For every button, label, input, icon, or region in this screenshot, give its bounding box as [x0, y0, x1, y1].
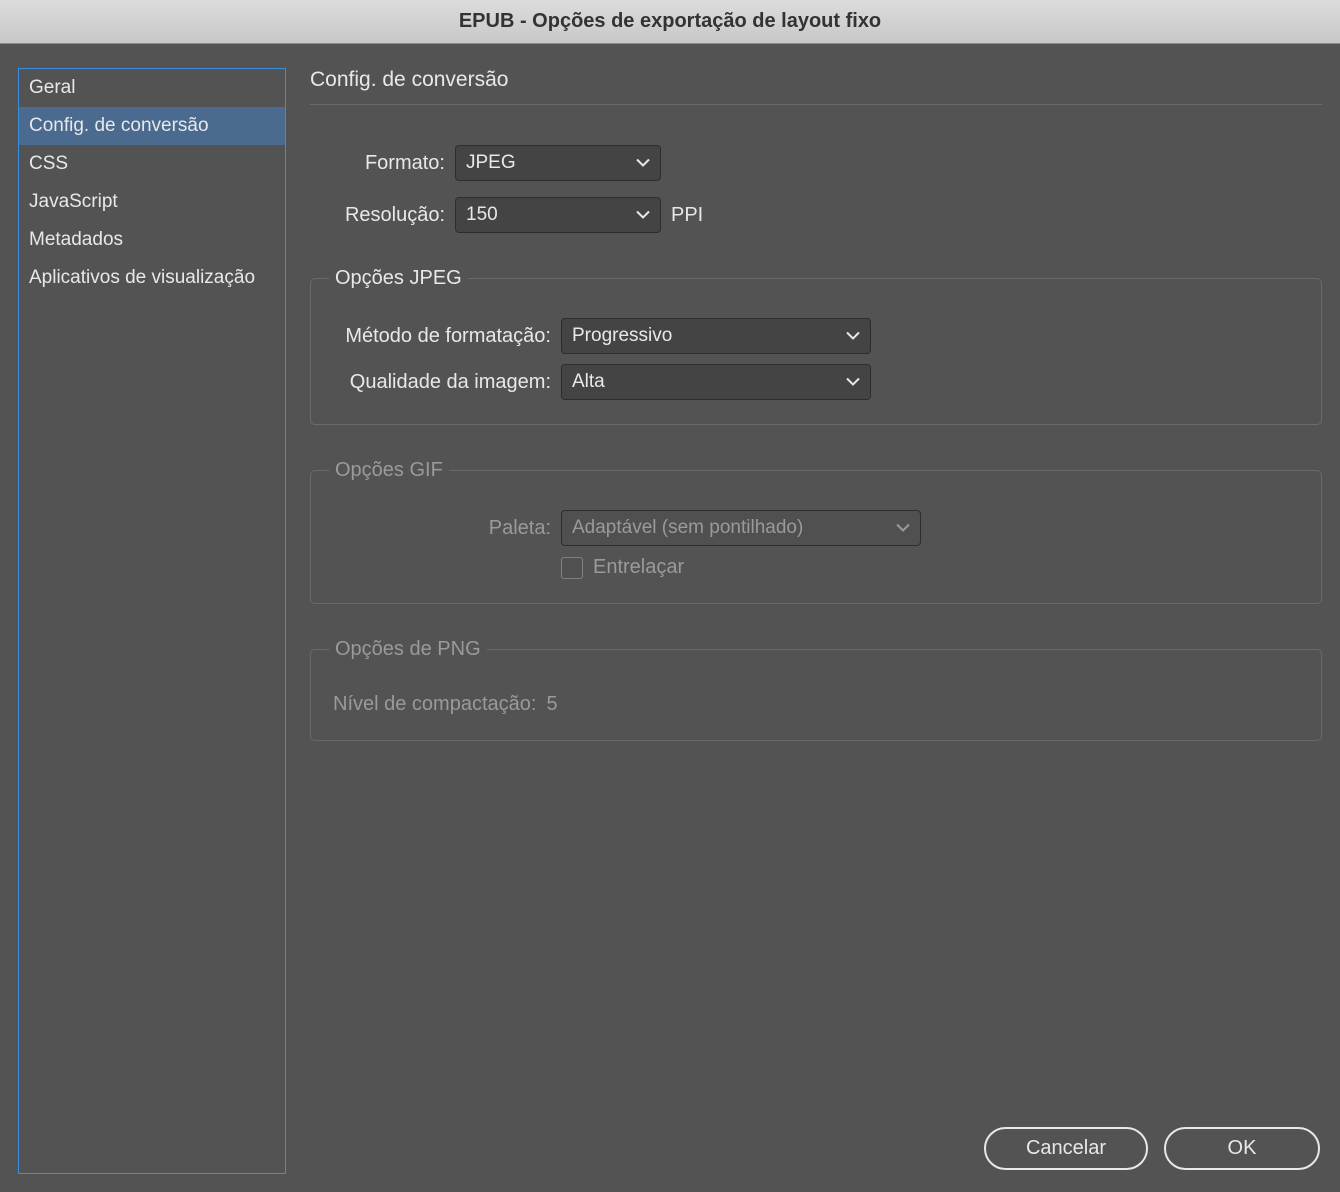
jpeg-quality-value: Alta [572, 371, 605, 393]
ok-button[interactable]: OK [1164, 1127, 1320, 1170]
sidebar-item-geral[interactable]: Geral [19, 69, 285, 107]
jpeg-method-value: Progressivo [572, 325, 672, 347]
sidebar-item-label: Aplicativos de visualização [29, 267, 255, 288]
gif-palette-label: Paleta: [333, 517, 561, 540]
cancel-button-label: Cancelar [1026, 1137, 1106, 1159]
format-value: JPEG [466, 152, 516, 174]
chevron-down-icon [846, 378, 860, 387]
format-select[interactable]: JPEG [455, 145, 661, 181]
gif-interlace-label: Entrelaçar [593, 556, 684, 579]
format-label: Formato: [310, 152, 455, 175]
jpeg-legend: Opções JPEG [329, 267, 468, 290]
sidebar-item-label: CSS [29, 153, 68, 174]
jpeg-quality-label: Qualidade da imagem: [333, 371, 561, 394]
sidebar-item-label: Config. de conversão [29, 115, 209, 136]
dialog-title-text: EPUB - Opções de exportação de layout fi… [459, 10, 881, 33]
png-options-fieldset: Opções de PNG Nível de compactação: 5 [310, 638, 1322, 741]
resolution-row: Resolução: 150 PPI [310, 197, 1322, 233]
chevron-down-icon [636, 211, 650, 220]
jpeg-method-select[interactable]: Progressivo [561, 318, 871, 354]
gif-palette-row: Paleta: Adaptável (sem pontilhado) [333, 510, 1299, 546]
panel-header: Config. de conversão [310, 68, 1322, 105]
png-compression-value: 5 [546, 693, 557, 716]
resolution-label: Resolução: [310, 204, 455, 227]
ok-button-label: OK [1228, 1137, 1257, 1159]
sidebar-item-label: Geral [29, 77, 75, 98]
sidebar-item-label: Metadados [29, 229, 123, 250]
chevron-down-icon [896, 524, 910, 533]
gif-interlace-checkbox [561, 557, 583, 579]
sidebar-item-css[interactable]: CSS [19, 145, 285, 183]
dialog-body: Geral Config. de conversão CSS JavaScrip… [0, 44, 1340, 1192]
gif-legend: Opções GIF [329, 459, 449, 482]
format-row: Formato: JPEG [310, 145, 1322, 181]
sidebar-item-metadados[interactable]: Metadados [19, 221, 285, 259]
png-compression-label: Nível de compactação: [333, 693, 536, 716]
chevron-down-icon [636, 159, 650, 168]
resolution-suffix: PPI [671, 204, 703, 227]
png-legend: Opções de PNG [329, 638, 487, 661]
jpeg-options-fieldset: Opções JPEG Método de formatação: Progre… [310, 267, 1322, 425]
panel-header-text: Config. de conversão [310, 68, 508, 91]
gif-palette-value: Adaptável (sem pontilhado) [572, 517, 803, 539]
sidebar-item-config-conversao[interactable]: Config. de conversão [19, 107, 285, 145]
jpeg-quality-select[interactable]: Alta [561, 364, 871, 400]
gif-palette-select: Adaptável (sem pontilhado) [561, 510, 921, 546]
dialog-title: EPUB - Opções de exportação de layout fi… [0, 0, 1340, 44]
jpeg-quality-row: Qualidade da imagem: Alta [333, 364, 1299, 400]
gif-interlace-row: Entrelaçar [333, 556, 1299, 579]
chevron-down-icon [846, 332, 860, 341]
resolution-select[interactable]: 150 [455, 197, 661, 233]
footer: Cancelar OK [984, 1127, 1320, 1170]
jpeg-method-label: Método de formatação: [333, 325, 561, 348]
sidebar-item-javascript[interactable]: JavaScript [19, 183, 285, 221]
resolution-value: 150 [466, 204, 498, 226]
jpeg-method-row: Método de formatação: Progressivo [333, 318, 1299, 354]
sidebar-item-aplicativos-visualizacao[interactable]: Aplicativos de visualização [19, 259, 285, 297]
cancel-button[interactable]: Cancelar [984, 1127, 1148, 1170]
sidebar: Geral Config. de conversão CSS JavaScrip… [18, 68, 286, 1174]
png-compression-row: Nível de compactação: 5 [333, 693, 1299, 716]
sidebar-item-label: JavaScript [29, 191, 118, 212]
main-panel: Config. de conversão Formato: JPEG Resol… [286, 68, 1322, 1174]
gif-options-fieldset: Opções GIF Paleta: Adaptável (sem pontil… [310, 459, 1322, 604]
